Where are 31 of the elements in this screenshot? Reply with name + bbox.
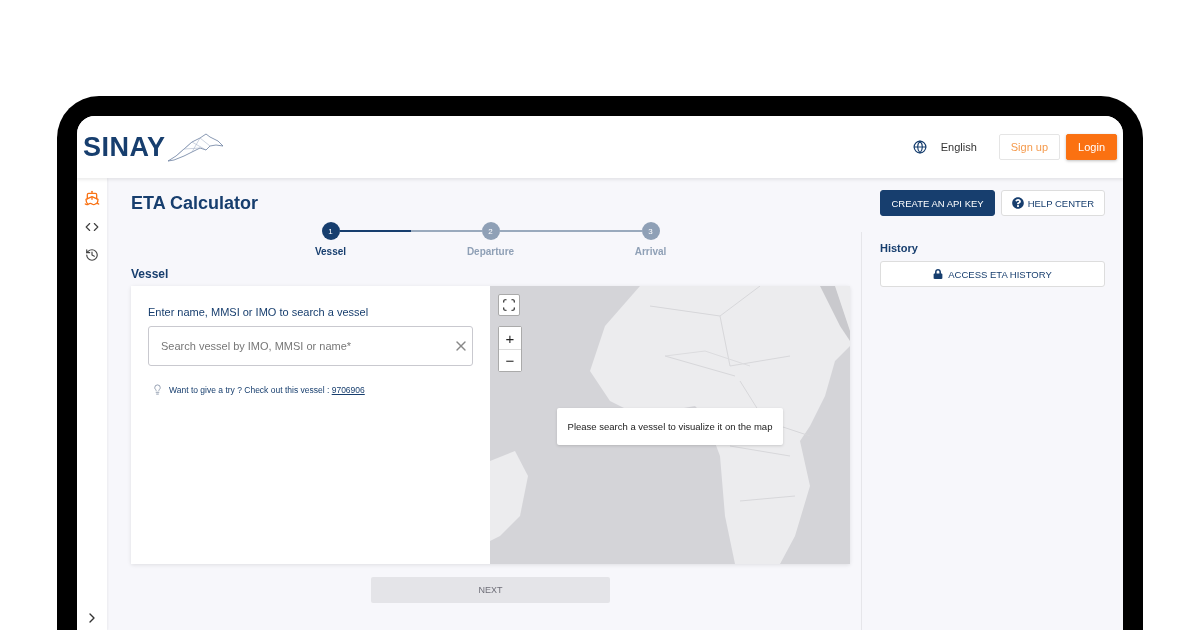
language-selector[interactable]: English [940,141,977,153]
code-icon [85,220,99,234]
step-label: Vessel [314,246,347,257]
vessel-link[interactable]: 9706906 [331,384,365,395]
map-message: Please search a vessel to visualize it on the map [557,408,783,445]
globe-icon[interactable] [912,140,927,154]
field-label: Enter name, MMSI or IMO to search a vessel [148,306,370,318]
fullscreen-icon [502,298,516,312]
history-icon [85,248,99,262]
sidebar-item[interactable] [85,248,99,262]
lightbulb-icon [152,384,163,395]
step-label: Arrival [634,246,667,257]
page-title: ETA Calculator [131,192,260,214]
access-history-button[interactable]: ACCESS ETA HISTORY [880,261,1105,287]
step-circle: 3 [641,222,660,240]
help-center-button[interactable]: HELP CENTER [1000,190,1105,216]
search-field[interactable]: Search vessel by IMO, MMSI or name* [148,326,473,366]
hint-text: Want to give a try ? Check out this vessel : 9706906 [169,384,365,395]
sidebar-item[interactable] [85,220,99,234]
lock-icon [933,269,944,279]
logo-text: SINAY [83,131,166,163]
zoom-out-button[interactable]: − [499,349,521,371]
fullscreen-button[interactable] [498,294,520,316]
section-title: Vessel [131,267,170,281]
history-title: History [880,242,919,254]
ship-icon [84,190,100,206]
step-label: Departure [466,246,515,257]
step-circle: 1 [321,222,340,240]
step-circle: 2 [481,222,500,240]
create-api-key-button[interactable]: CREATE AN API KEY [880,190,995,216]
help-icon [1011,197,1024,209]
